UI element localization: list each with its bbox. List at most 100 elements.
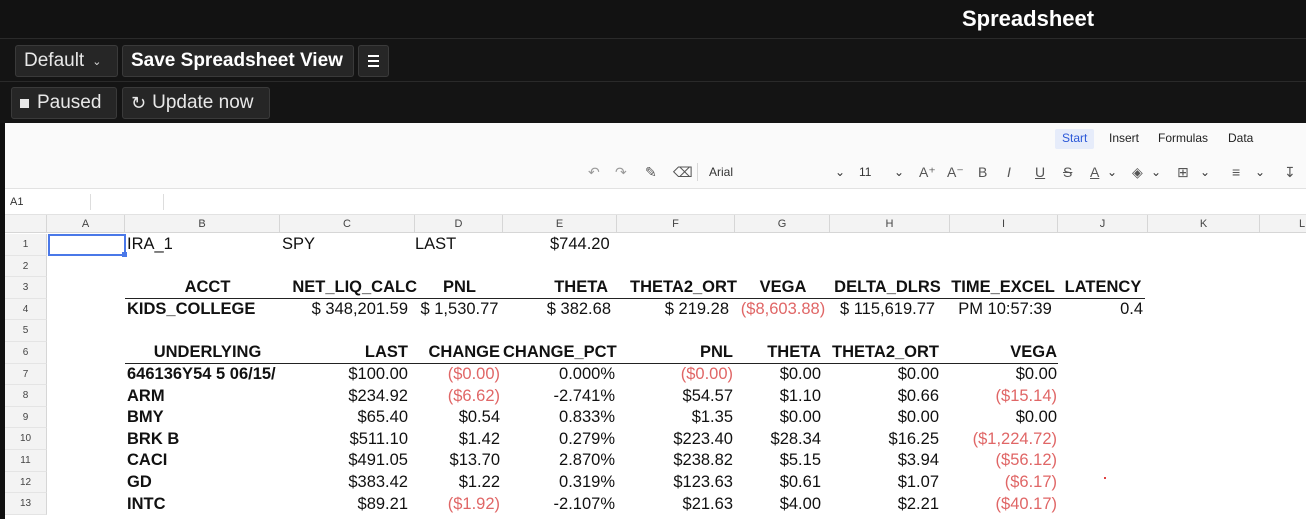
positions-cell[interactable]: $1.35: [617, 407, 733, 428]
cell-d1[interactable]: LAST: [415, 234, 456, 255]
chevron-down-icon[interactable]: ⌄: [1255, 163, 1265, 181]
positions-cell[interactable]: $0.54: [418, 407, 500, 428]
acct-cell[interactable]: $ 382.68: [503, 299, 611, 320]
view-select[interactable]: Default ⌄: [15, 45, 118, 77]
positions-cell[interactable]: $65.40: [282, 407, 408, 428]
column-header-b[interactable]: B: [125, 215, 280, 233]
paint-format-icon[interactable]: ✎: [645, 163, 657, 181]
increase-font-icon[interactable]: A⁺: [919, 163, 936, 181]
column-header-k[interactable]: K: [1148, 215, 1260, 233]
selected-cell[interactable]: [48, 234, 127, 257]
column-header-c[interactable]: C: [280, 215, 415, 233]
positions-cell[interactable]: $123.63: [617, 472, 733, 493]
select-all-corner[interactable]: [5, 215, 47, 233]
positions-cell[interactable]: 0.319%: [503, 472, 615, 493]
positions-cell[interactable]: ($6.62): [418, 386, 500, 407]
column-header-g[interactable]: G: [735, 215, 830, 233]
clear-format-icon[interactable]: ⌫: [673, 163, 693, 181]
underline-icon[interactable]: U: [1035, 163, 1045, 181]
column-header-a[interactable]: A: [47, 215, 125, 233]
positions-cell[interactable]: $100.00: [282, 364, 408, 385]
borders-icon[interactable]: ⊞: [1177, 163, 1189, 181]
positions-cell[interactable]: 0.833%: [503, 407, 615, 428]
strikethrough-icon[interactable]: S: [1063, 163, 1072, 181]
column-header-h[interactable]: H: [830, 215, 950, 233]
positions-cell[interactable]: 2.870%: [503, 450, 615, 471]
acct-header-cell[interactable]: NET_LIQ_CALC: [282, 277, 417, 298]
positions-cell[interactable]: ($15.14): [950, 386, 1057, 407]
positions-cell[interactable]: $223.40: [617, 429, 733, 450]
positions-cell[interactable]: BMY: [127, 407, 287, 428]
chevron-down-icon[interactable]: ⌄: [894, 163, 904, 181]
row-header-6[interactable]: 6: [5, 342, 47, 364]
positions-header-cell[interactable]: CHANGE: [418, 342, 500, 363]
acct-header-cell[interactable]: DELTA_DLRS: [830, 277, 945, 298]
positions-cell[interactable]: $1.07: [830, 472, 939, 493]
update-now-button[interactable]: ↻ Update now: [122, 87, 270, 119]
acct-header-cell[interactable]: PNL: [417, 277, 502, 298]
fill-color-icon[interactable]: ◈: [1132, 163, 1143, 181]
cell-b1[interactable]: IRA_1: [127, 234, 173, 255]
acct-header-cell[interactable]: ACCT: [130, 277, 285, 298]
acct-header-cell[interactable]: VEGA: [735, 277, 831, 298]
positions-cell[interactable]: ($6.17): [950, 472, 1057, 493]
positions-cell[interactable]: $0.00: [950, 407, 1057, 428]
column-header-i[interactable]: I: [950, 215, 1058, 233]
positions-cell[interactable]: $4.00: [735, 494, 821, 515]
chevron-down-icon[interactable]: ⌄: [1151, 163, 1161, 181]
positions-cell[interactable]: BRK B: [127, 429, 287, 450]
positions-cell[interactable]: $21.63: [617, 494, 733, 515]
row-header-12[interactable]: 12: [5, 471, 47, 494]
row-header-10[interactable]: 10: [5, 428, 47, 450]
acct-cell[interactable]: PM 10:57:39: [950, 299, 1060, 320]
acct-header-cell[interactable]: LATENCY: [1058, 277, 1148, 298]
positions-cell[interactable]: $0.66: [830, 386, 939, 407]
positions-cell[interactable]: CACI: [127, 450, 287, 471]
bold-icon[interactable]: B: [978, 163, 987, 181]
positions-cell[interactable]: ($0.00): [617, 364, 733, 385]
positions-cell[interactable]: $28.34: [735, 429, 821, 450]
decrease-font-icon[interactable]: A⁻: [947, 163, 964, 181]
row-header-5[interactable]: 5: [5, 320, 47, 342]
acct-cell[interactable]: $ 348,201.59: [282, 299, 408, 320]
chevron-down-icon[interactable]: ⌄: [1107, 163, 1117, 181]
positions-cell[interactable]: $0.00: [735, 364, 821, 385]
positions-cell[interactable]: $0.00: [735, 407, 821, 428]
positions-cell[interactable]: $89.21: [282, 494, 408, 515]
acct-header-cell[interactable]: TIME_EXCEL: [948, 277, 1058, 298]
chevron-down-icon[interactable]: ⌄: [1200, 163, 1210, 181]
positions-cell[interactable]: $511.10: [282, 429, 408, 450]
column-header-e[interactable]: E: [503, 215, 617, 233]
positions-cell[interactable]: $13.70: [418, 450, 500, 471]
row-header-13[interactable]: 13: [5, 493, 47, 515]
positions-cell[interactable]: ($56.12): [950, 450, 1057, 471]
positions-cell[interactable]: $234.92: [282, 386, 408, 407]
row-header-2[interactable]: 2: [5, 255, 47, 278]
positions-header-cell[interactable]: THETA: [735, 342, 821, 363]
text-color-icon[interactable]: A: [1090, 163, 1099, 181]
column-header-l[interactable]: L: [1260, 215, 1306, 233]
acct-cell[interactable]: ($8,603.88): [735, 299, 831, 320]
align-icon[interactable]: ≡: [1232, 163, 1240, 181]
valign-icon[interactable]: ↧: [1284, 163, 1296, 181]
acct-cell[interactable]: $ 219.28: [617, 299, 729, 320]
positions-cell[interactable]: ARM: [127, 386, 287, 407]
row-header-3[interactable]: 3: [5, 277, 47, 299]
tab-formulas[interactable]: Formulas: [1151, 129, 1215, 149]
menu-button[interactable]: [358, 45, 389, 77]
cell-grid[interactable]: ABCDEFGHIJKL 1 2 3 4 5 6 7 8 9 10 11 12 13 IRA_1 SPY…: [5, 215, 1306, 519]
positions-cell[interactable]: ($0.00): [418, 364, 500, 385]
positions-cell[interactable]: $1.42: [418, 429, 500, 450]
tab-start[interactable]: Start: [1055, 129, 1095, 149]
positions-cell[interactable]: ($1,224.72): [950, 429, 1057, 450]
font-family-select[interactable]: Arial: [709, 163, 733, 181]
positions-cell[interactable]: $0.00: [950, 364, 1057, 385]
chevron-down-icon[interactable]: ⌄: [835, 163, 845, 181]
positions-cell[interactable]: ($40.17): [950, 494, 1057, 515]
row-header-11[interactable]: 11: [5, 450, 47, 472]
positions-cell[interactable]: $3.94: [830, 450, 939, 471]
italic-icon[interactable]: I: [1007, 163, 1011, 181]
undo-icon[interactable]: ↶: [588, 163, 600, 181]
positions-cell[interactable]: $491.05: [282, 450, 408, 471]
positions-cell[interactable]: $0.00: [830, 364, 939, 385]
